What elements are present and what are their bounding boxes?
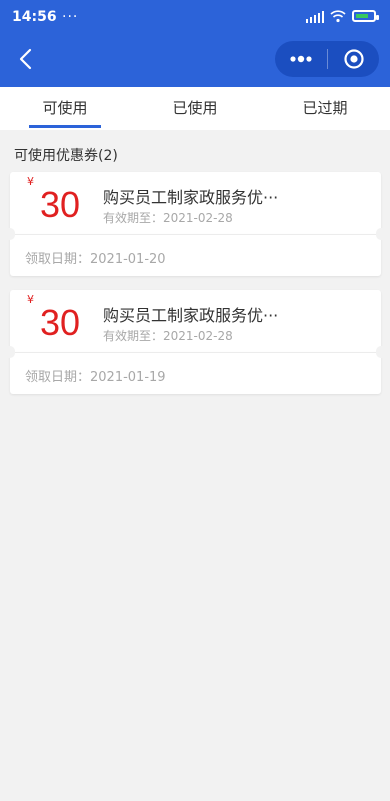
- receive-date: 领取日期：2021-01-19: [25, 370, 166, 385]
- status-dots: ···: [62, 9, 79, 25]
- coupon-notch-right: [376, 346, 386, 358]
- coupon-title: 购买员工制家政服务优···: [103, 306, 279, 325]
- close-button[interactable]: [328, 41, 379, 77]
- currency-symbol: ¥: [27, 175, 34, 188]
- tab-available[interactable]: 可使用: [0, 87, 130, 130]
- tab-label: 可使用: [42, 99, 88, 117]
- coupon-card[interactable]: ¥ 30 购买员工制家政服务优··· 有效期至：2021-02-28 领取日期：…: [5, 290, 386, 394]
- coupon-notch-left: [5, 346, 15, 358]
- more-dots-icon: [290, 55, 312, 63]
- coupon-validity: 有效期至：2021-02-28: [103, 329, 233, 343]
- coupon-main: ¥ 30 购买员工制家政服务优··· 有效期至：2021-02-28: [10, 172, 381, 234]
- coupon-main: ¥ 30 购买员工制家政服务优··· 有效期至：2021-02-28: [10, 290, 381, 352]
- coupon-title: 购买员工制家政服务优···: [103, 188, 279, 207]
- back-button[interactable]: [10, 44, 40, 74]
- coupon-footer: 领取日期：2021-01-19: [10, 352, 381, 394]
- coupon-amount: 30: [40, 184, 81, 225]
- miniprogram-capsule: [275, 41, 379, 77]
- tab-used[interactable]: 已使用: [130, 87, 260, 130]
- coupon-notch-right: [376, 228, 386, 240]
- coupon-footer: 领取日期：2021-01-20: [10, 234, 381, 276]
- tab-label: 已过期: [302, 99, 348, 117]
- signal-icon: [306, 11, 324, 23]
- tab-label: 已使用: [172, 99, 218, 117]
- navigation-header: 14:56 ···: [0, 0, 390, 87]
- receive-date: 领取日期：2021-01-20: [25, 252, 166, 267]
- target-close-icon: [343, 49, 364, 69]
- coupon-card[interactable]: ¥ 30 购买员工制家政服务优··· 有效期至：2021-02-28 领取日期：…: [5, 172, 386, 276]
- coupon-tabs: 可使用 已使用 已过期: [0, 87, 390, 130]
- battery-icon: [352, 10, 379, 22]
- wifi-icon: [330, 10, 346, 23]
- tab-expired[interactable]: 已过期: [260, 87, 390, 130]
- section-title: 可使用优惠券(2): [14, 148, 118, 164]
- currency-symbol: ¥: [27, 293, 34, 306]
- coupon-amount: 30: [40, 302, 81, 343]
- status-bar: 14:56 ···: [0, 0, 390, 34]
- more-button[interactable]: [275, 41, 327, 77]
- chevron-left-icon: [19, 48, 32, 70]
- coupon-notch-left: [5, 228, 15, 240]
- coupon-validity: 有效期至：2021-02-28: [103, 211, 233, 225]
- status-time: 14:56: [12, 9, 57, 25]
